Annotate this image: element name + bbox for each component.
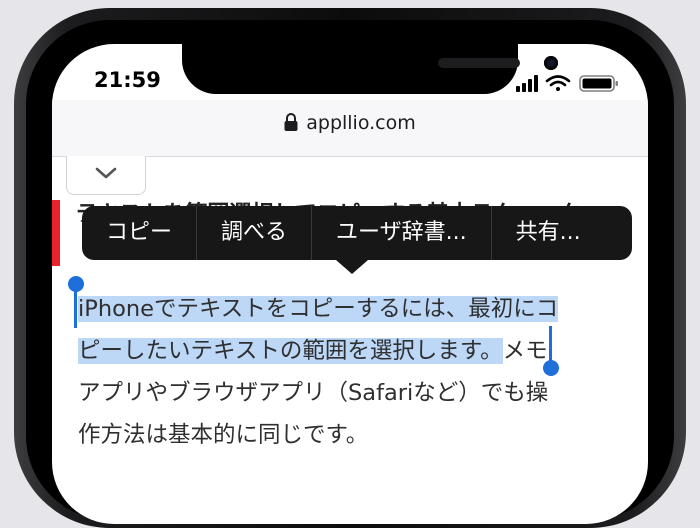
url-text: appllio.com [306, 112, 416, 134]
menu-item-user-dictionary[interactable]: ユーザ辞書... [312, 206, 492, 260]
edit-menu: コピー 調べる ユーザ辞書... 共有... [82, 206, 632, 260]
front-camera [544, 56, 558, 70]
selection-end-handle-knob[interactable] [543, 360, 559, 376]
lock-icon [284, 113, 298, 136]
signal-icon [516, 75, 538, 92]
menu-item-look-up[interactable]: 調べる [197, 206, 313, 260]
chevron-down-icon [95, 167, 117, 179]
status-icons [514, 74, 624, 92]
paragraph-line-4: 作方法は基本的に同じです。 [78, 422, 369, 448]
menu-item-share[interactable]: 共有... [492, 206, 605, 260]
selected-text-1: iPhoneでテキストをコピーするには、最初にコ [78, 296, 559, 322]
collapse-button[interactable] [66, 156, 146, 195]
status-time: 21:59 [94, 68, 161, 92]
battery-icon [579, 75, 618, 92]
speaker-grille [438, 58, 520, 68]
heading-accent-bar [52, 200, 60, 266]
paragraph-line-3: アプリやブラウザアプリ（Safariなど）でも操 [78, 380, 549, 406]
site-header-bar [52, 156, 648, 197]
phone-screen: 21:59 appllio.com iPhoneでテキストをコピーするには、最初… [52, 44, 648, 524]
selected-text-2: ピーしたいテキストの範囲を選択します。 [78, 338, 503, 364]
notch [182, 44, 558, 94]
address-bar[interactable]: appllio.com [52, 100, 648, 156]
url-display[interactable]: appllio.com [52, 112, 648, 136]
paragraph-line-1: iPhoneでテキストをコピーするには、最初にコ [78, 288, 638, 330]
selection-start-handle[interactable] [74, 288, 77, 328]
menu-item-copy[interactable]: コピー [82, 206, 198, 260]
edit-menu-pointer [336, 260, 368, 274]
unselected-text: メモ [502, 338, 548, 364]
wifi-icon [545, 75, 571, 91]
